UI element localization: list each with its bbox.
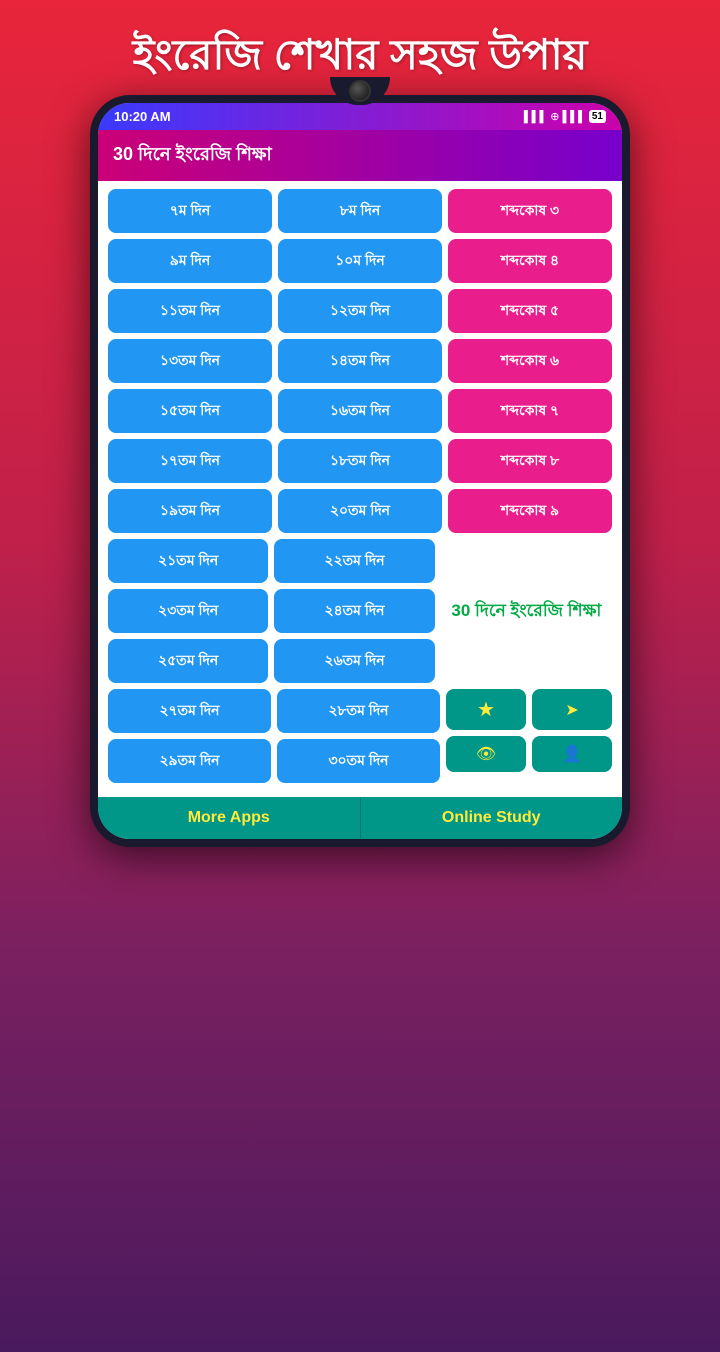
day-16-button[interactable]: ১৬তম দিন <box>278 389 442 433</box>
app-header: 30 দিনে ইংরেজি শিক্ষা <box>98 130 622 181</box>
content-area: ৭ম দিন ৮ম দিন শব্দকোষ ৩ ৯ম দিন ১০ম দিন শ… <box>98 181 622 797</box>
day-18-button[interactable]: ১৮তম দিন <box>278 439 442 483</box>
day-13-button[interactable]: ১৩তম দিন <box>108 339 272 383</box>
day-20-button[interactable]: ২০তম দিন <box>278 489 442 533</box>
signal-icon: ▌▌▌ <box>524 111 547 123</box>
day-30-button[interactable]: ৩০তম দিন <box>277 739 440 783</box>
camera-bump <box>330 77 390 105</box>
app-title: 30 দিনে ইংরেজি শিক্ষা <box>113 140 607 171</box>
camera-lens <box>349 80 371 102</box>
status-bar: 10:20 AM ▌▌▌ ⊕ ▌▌▌ 51 <box>98 103 622 130</box>
day-7-button[interactable]: ৭ম দিন <box>108 189 272 233</box>
grid-row-3: ১১তম দিন ১২তম দিন শব্দকোষ ৫ <box>108 289 612 333</box>
day-11-button[interactable]: ১১তম দিন <box>108 289 272 333</box>
more-apps-button[interactable]: More Apps <box>98 797 361 839</box>
day-25-button[interactable]: ২৫তম দিন <box>108 639 268 683</box>
signal2-icon: ▌▌▌ <box>562 111 585 123</box>
vocab-4-button[interactable]: শব্দকোষ ৪ <box>448 239 612 283</box>
day-24-button[interactable]: ২৪তম দিন <box>274 589 434 633</box>
day-12-button[interactable]: ১২তম দিন <box>278 289 442 333</box>
day-21-button[interactable]: ২১তম দিন <box>108 539 268 583</box>
vocab-7-button[interactable]: শব্দকোষ ৭ <box>448 389 612 433</box>
star-button[interactable]: ★ <box>446 689 526 730</box>
grid-row-6: ১৭তম দিন ১৮তম দিন শব্দকোষ ৮ <box>108 439 612 483</box>
grid-row-2: ৯ম দিন ১০ম দিন শব্দকোষ ৪ <box>108 239 612 283</box>
grid-row-4: ১৩তম দিন ১৪তম দিন শব্দকোষ ৬ <box>108 339 612 383</box>
vocab-8-button[interactable]: শব্দকোষ ৮ <box>448 439 612 483</box>
phone-wrapper: 10:20 AM ▌▌▌ ⊕ ▌▌▌ 51 30 দিনে ইংরেজি শিক… <box>90 95 630 847</box>
day-8-button[interactable]: ৮ম দিন <box>278 189 442 233</box>
day-10-button[interactable]: ১০ম দিন <box>278 239 442 283</box>
day-19-button[interactable]: ১৯তম দিন <box>108 489 272 533</box>
day-9-button[interactable]: ৯ম দিন <box>108 239 272 283</box>
grid-row-11: ২৭তম দিন ২৮তম দিন <box>108 689 440 733</box>
day-26-button[interactable]: ২৬তম দিন <box>274 639 434 683</box>
status-icons: ▌▌▌ ⊕ ▌▌▌ 51 <box>524 110 606 123</box>
side-app-title: 30 দিনে ইংরেজি শিক্ষা <box>441 539 612 683</box>
bottom-bar: More Apps Online Study <box>98 797 622 839</box>
day-29-button[interactable]: ২৯তম দিন <box>108 739 271 783</box>
day-15-button[interactable]: ১৫তম দিন <box>108 389 272 433</box>
grid-row-5: ১৫তম দিন ১৬তম দিন শব্দকোষ ৭ <box>108 389 612 433</box>
grid-row-12: ২৯তম দিন ৩০তম দিন <box>108 739 440 783</box>
day-17-button[interactable]: ১৭তম দিন <box>108 439 272 483</box>
vocab-6-button[interactable]: শব্দকোষ ৬ <box>448 339 612 383</box>
share-button[interactable]: ➤ <box>532 689 612 730</box>
day-23-button[interactable]: ২৩তম দিন <box>108 589 268 633</box>
vocab-3-button[interactable]: শব্দকোষ ৩ <box>448 189 612 233</box>
grid-row-10: ২৫তম দিন ২৬তম দিন <box>108 639 435 683</box>
online-study-button[interactable]: Online Study <box>361 797 623 839</box>
headline: ইংরেজি শেখার সহজ উপায় <box>133 30 588 80</box>
status-time: 10:20 AM <box>114 109 171 124</box>
day-28-button[interactable]: ২৮তম দিন <box>277 689 440 733</box>
grid-row-8: ২১তম দিন ২২তম দিন <box>108 539 435 583</box>
wifi-icon: ⊕ <box>550 110 559 123</box>
vocab-5-button[interactable]: শব্দকোষ ৫ <box>448 289 612 333</box>
day-22-button[interactable]: ২২তম দিন <box>274 539 434 583</box>
eye-button[interactable]: 👁 <box>446 736 526 772</box>
day-27-button[interactable]: ২৭তম দিন <box>108 689 271 733</box>
battery-indicator: 51 <box>589 110 606 123</box>
day-14-button[interactable]: ১৪তম দিন <box>278 339 442 383</box>
phone-screen: 10:20 AM ▌▌▌ ⊕ ▌▌▌ 51 30 দিনে ইংরেজি শিক… <box>98 103 622 839</box>
person-button[interactable]: 👤 <box>532 736 612 772</box>
vocab-9-button[interactable]: শব্দকোষ ৯ <box>448 489 612 533</box>
grid-row-1: ৭ম দিন ৮ম দিন শব্দকোষ ৩ <box>108 189 612 233</box>
grid-row-7: ১৯তম দিন ২০তম দিন শব্দকোষ ৯ <box>108 489 612 533</box>
grid-row-9: ২৩তম দিন ২৪তম দিন <box>108 589 435 633</box>
